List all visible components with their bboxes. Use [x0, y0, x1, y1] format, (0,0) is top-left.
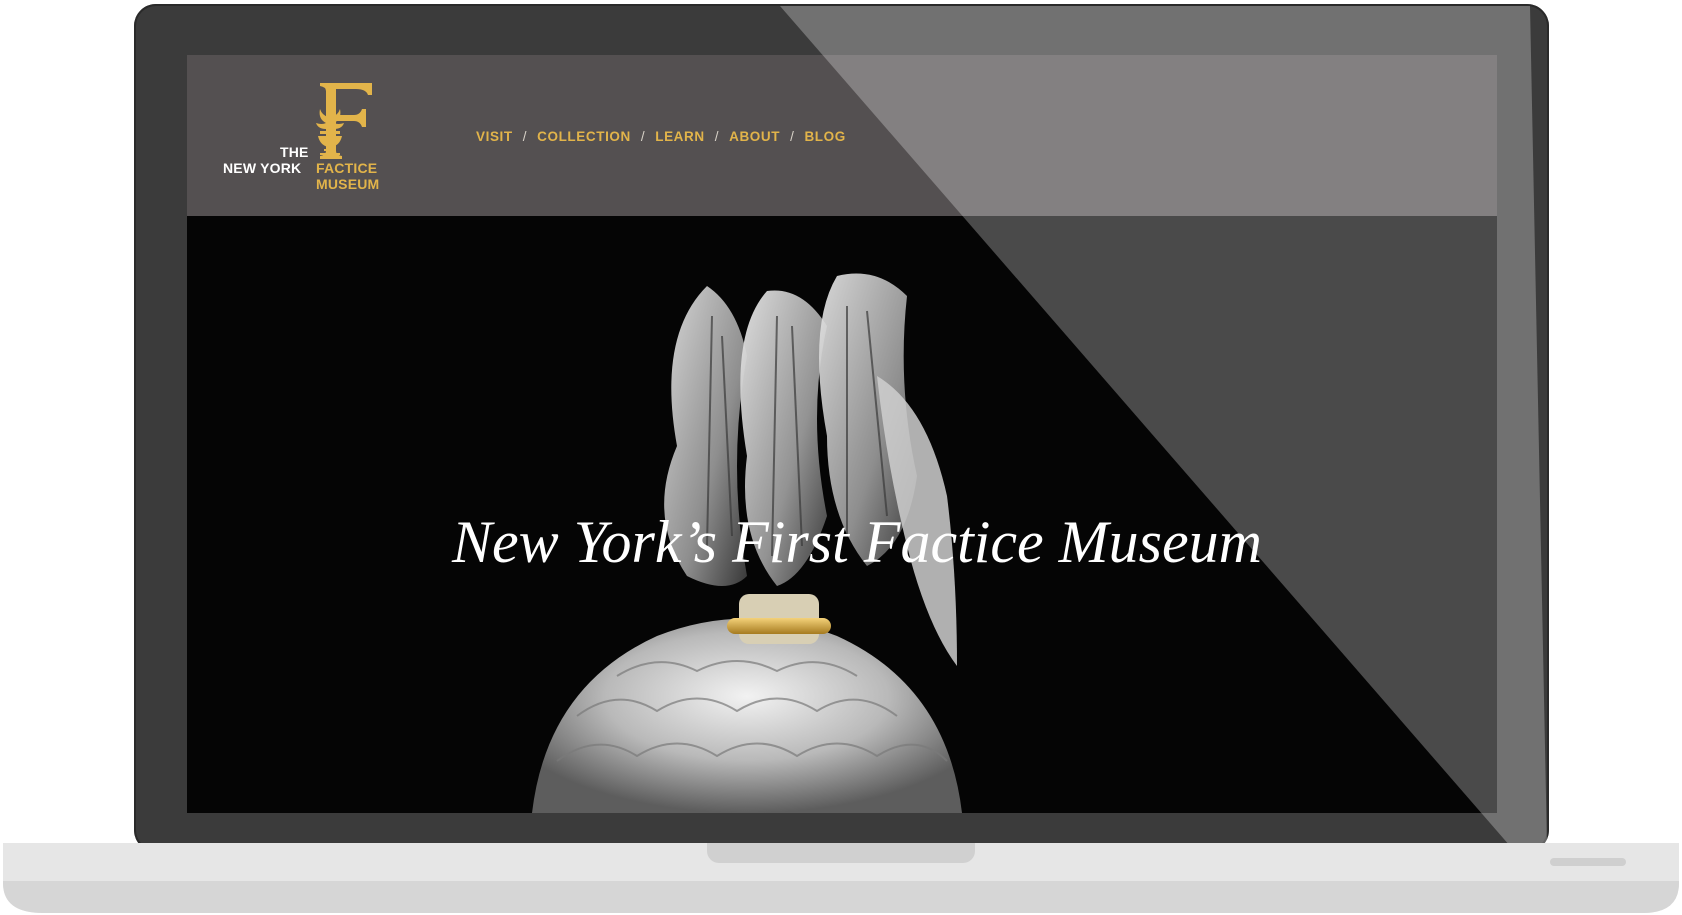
logo-monogram-icon: [316, 83, 372, 159]
laptop-slot: [1550, 858, 1626, 866]
hero-title: New York’s First Factice Museum: [452, 509, 1262, 575]
laptop-notch: [707, 843, 975, 863]
nav-link-collection[interactable]: COLLECTION: [537, 129, 631, 144]
logo-text-the: THE: [280, 144, 309, 160]
nav-separator: /: [640, 129, 646, 144]
nav-separator: /: [714, 129, 720, 144]
nav-separator: /: [790, 129, 795, 144]
nav-link-blog[interactable]: BLOG: [804, 129, 845, 144]
site-header: THE NEW YORK FACTICE MUSEUM VISIT / COLL…: [187, 55, 1497, 216]
hero-section: New York’s First Factice Museum: [187, 216, 1497, 813]
logo-text-factice: FACTICE: [316, 160, 378, 176]
logo-text-museum: MUSEUM: [316, 176, 380, 192]
nav-link-visit[interactable]: VISIT: [476, 129, 513, 144]
nav-link-about[interactable]: ABOUT: [729, 129, 780, 144]
logo-text-new-york: NEW YORK: [223, 160, 302, 176]
browser-screen: THE NEW YORK FACTICE MUSEUM VISIT / COLL…: [187, 55, 1497, 813]
nav-separator: /: [522, 129, 528, 144]
nav-link-learn[interactable]: LEARN: [655, 129, 705, 144]
main-nav: VISIT / COLLECTION / LEARN / ABOUT / BLO…: [476, 129, 846, 144]
museum-logo[interactable]: THE NEW YORK FACTICE MUSEUM: [223, 79, 403, 199]
